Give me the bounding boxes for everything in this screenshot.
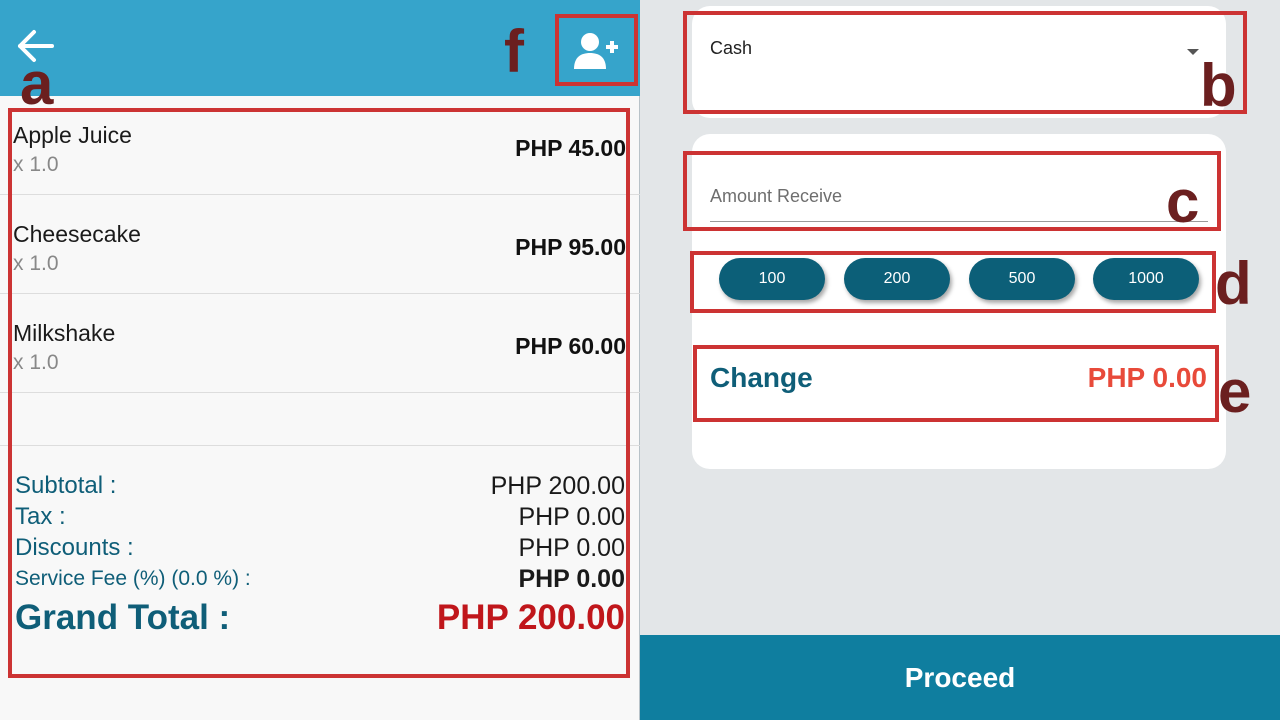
discounts-value: PHP 0.00: [518, 534, 625, 562]
dropdown-caret-icon[interactable]: [1187, 49, 1199, 55]
subtotal-row: Subtotal : PHP 200.00: [15, 472, 625, 503]
order-totals: Subtotal : PHP 200.00 Tax : PHP 0.00 Dis…: [15, 472, 625, 646]
item-price: PHP 45.00: [515, 135, 626, 161]
grand-total-value: PHP 200.00: [436, 598, 625, 637]
quick-amount-1000-button[interactable]: 1000: [1093, 258, 1199, 300]
tax-label: Tax :: [15, 503, 66, 530]
payment-method-dropdown[interactable]: Cash: [710, 38, 752, 59]
item-name: Milkshake: [13, 320, 116, 346]
change-label: Change: [710, 362, 813, 393]
list-spacer: [0, 393, 640, 446]
annotation-label-a: a: [20, 50, 54, 117]
proceed-button[interactable]: Proceed: [640, 635, 1280, 720]
order-panel: Apple Juice x 1.0 PHP 45.00 Cheesecake x…: [0, 0, 640, 720]
item-price: PHP 95.00: [515, 234, 626, 260]
service-fee-row: Service Fee (%) (0.0 %) : PHP 0.00: [15, 565, 625, 596]
item-name: Cheesecake: [13, 221, 141, 247]
annotation-label-f: f: [504, 18, 524, 85]
subtotal-label: Subtotal :: [15, 472, 117, 499]
order-item[interactable]: Apple Juice x 1.0 PHP 45.00: [0, 96, 640, 195]
item-name: Apple Juice: [13, 122, 132, 148]
discounts-label: Discounts :: [15, 534, 134, 561]
service-fee-label: Service Fee (%) (0.0 %) :: [15, 567, 251, 590]
quick-amount-100-button[interactable]: 100: [719, 258, 825, 300]
order-item[interactable]: Milkshake x 1.0 PHP 60.00: [0, 294, 640, 393]
item-price: PHP 60.00: [515, 333, 626, 359]
subtotal-value: PHP 200.00: [490, 472, 625, 500]
quick-amount-200-button[interactable]: 200: [844, 258, 950, 300]
item-quantity: x 1.0: [13, 351, 59, 374]
annotation-label-e: e: [1218, 358, 1252, 425]
top-app-bar: [0, 0, 640, 96]
tax-row: Tax : PHP 0.00: [15, 503, 625, 534]
grand-total-row: Grand Total : PHP 200.00: [15, 596, 625, 646]
order-items-list: Apple Juice x 1.0 PHP 45.00 Cheesecake x…: [0, 96, 640, 446]
amount-received-input[interactable]: [710, 170, 1208, 222]
service-fee-value: PHP 0.00: [518, 565, 625, 593]
order-item[interactable]: Cheesecake x 1.0 PHP 95.00: [0, 195, 640, 294]
quick-amount-500-button[interactable]: 500: [969, 258, 1075, 300]
payment-panel: Cash 100 200 500 1000 Change PHP 0.00 Pr…: [640, 0, 1280, 720]
annotation-label-d: d: [1215, 250, 1252, 317]
item-quantity: x 1.0: [13, 252, 59, 275]
grand-total-label: Grand Total :: [15, 598, 231, 637]
person-add-icon: [574, 33, 618, 69]
tax-value: PHP 0.00: [518, 503, 625, 531]
annotation-label-b: b: [1200, 52, 1237, 119]
add-customer-button[interactable]: [559, 20, 633, 82]
item-quantity: x 1.0: [13, 153, 59, 176]
change-value: PHP 0.00: [1087, 362, 1207, 393]
discounts-row: Discounts : PHP 0.00: [15, 534, 625, 565]
annotation-label-c: c: [1166, 168, 1200, 235]
payment-method-card: [692, 6, 1226, 118]
